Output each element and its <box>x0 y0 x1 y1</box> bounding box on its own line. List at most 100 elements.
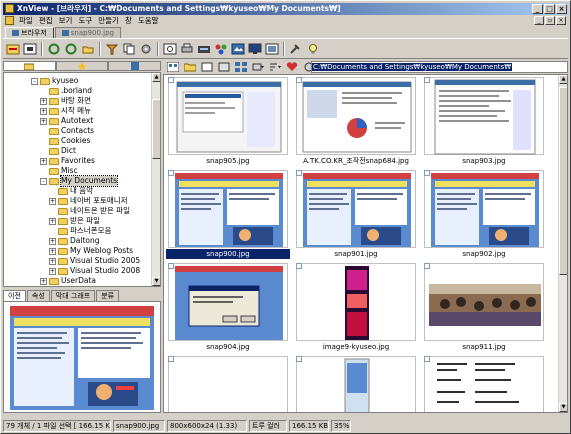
thumbnail-size-icon[interactable] <box>234 60 248 74</box>
up-folder-icon[interactable] <box>81 42 95 56</box>
tree-item[interactable]: + UserData <box>40 276 160 286</box>
fullscreen-icon[interactable] <box>23 42 37 56</box>
filter-dropdown-icon[interactable] <box>251 60 265 74</box>
thumbnail-checkbox[interactable] <box>424 77 430 83</box>
expand-icon[interactable]: + <box>49 197 56 205</box>
thumbnail-item[interactable]: snap901.jpg <box>294 168 418 261</box>
view-mode-icon[interactable] <box>166 60 180 74</box>
expand-icon[interactable]: + <box>40 277 47 285</box>
expand-icon[interactable]: + <box>40 107 47 115</box>
help-bulb-icon[interactable] <box>306 42 320 56</box>
thumbnail-item[interactable] <box>294 354 418 412</box>
thumbnail-item[interactable]: snap902.jpg <box>422 168 546 261</box>
thumbnail-item[interactable]: snap911.jpg <box>422 261 546 354</box>
thumbnail-item[interactable] <box>166 354 290 412</box>
print-icon[interactable] <box>180 42 194 56</box>
info-tab[interactable]: 분류 <box>96 290 120 301</box>
thumbnail-item[interactable]: snap903.jpg <box>422 75 546 168</box>
favorite-heart-icon[interactable] <box>285 60 299 74</box>
expand-icon[interactable]: + <box>49 237 56 245</box>
thumbnail-checkbox[interactable] <box>424 263 430 269</box>
convert-icon[interactable] <box>231 42 245 56</box>
document-tab[interactable]: 브라우저 <box>5 27 54 38</box>
address-input[interactable]: C:₩Documents and Settings₩kyuseo₩My Docu… <box>311 61 568 73</box>
expand-icon[interactable]: + <box>40 97 47 105</box>
tree-item[interactable]: + 시작 메뉴 <box>40 106 160 116</box>
menu-item[interactable]: 보기 <box>56 15 76 26</box>
tree-item[interactable]: 내 음악 <box>49 186 160 196</box>
copy-icon[interactable] <box>122 42 136 56</box>
tree-item[interactable]: + 네이버 포토매니저 <box>49 196 160 206</box>
title-bar[interactable]: XnView - [브라우저] - C:₩Documents and Setti… <box>3 3 568 15</box>
mdi-minimize-button[interactable]: _ <box>534 16 544 25</box>
thumbnail-checkbox[interactable] <box>168 263 174 269</box>
new-folder-icon[interactable] <box>183 60 197 74</box>
info-tab[interactable]: 이전 <box>3 290 26 301</box>
menu-item[interactable]: 편집 <box>36 15 56 26</box>
thumbnail-checkbox[interactable] <box>424 170 430 176</box>
thumbnail-checkbox[interactable] <box>424 356 430 362</box>
thumbnail-checkbox[interactable] <box>168 170 174 176</box>
tree-item[interactable]: + 받은 파일 <box>49 216 160 226</box>
tree-item[interactable]: - My Documents <box>40 175 160 187</box>
info-tab[interactable]: 막대 그래프 <box>50 290 96 301</box>
capture-icon[interactable] <box>265 42 279 56</box>
browser-icon[interactable] <box>6 42 20 56</box>
view-icon[interactable] <box>163 42 177 56</box>
scroll-down-arrow-icon[interactable]: ▼ <box>559 403 567 412</box>
expand-icon[interactable]: + <box>49 217 56 225</box>
close-button[interactable]: × <box>556 4 567 14</box>
tree-item[interactable]: Dict <box>40 146 160 156</box>
info-tab[interactable]: 속성 <box>26 290 50 301</box>
settings-icon[interactable] <box>139 42 153 56</box>
thumbnail-item[interactable] <box>422 354 546 412</box>
tree-item[interactable]: + Visual Studio 2005 <box>49 256 160 266</box>
rotate-right-icon[interactable] <box>64 42 78 56</box>
thumbnail-checkbox[interactable] <box>296 170 302 176</box>
expand-icon[interactable]: + <box>49 257 56 265</box>
tree-item[interactable]: + 바탕 화면 <box>40 96 160 106</box>
thumbnail-item[interactable]: snap904.jpg <box>166 261 290 354</box>
thumbnail-item[interactable]: A.TK.CO.KR_조작전snap684.jpg <box>294 75 418 168</box>
collapse-icon[interactable]: - <box>40 177 47 185</box>
expand-icon[interactable]: + <box>49 247 56 255</box>
tree-item[interactable]: + Daltong <box>49 236 160 246</box>
menu-item[interactable]: 만들기 <box>95 15 122 26</box>
thumbnail-checkbox[interactable] <box>296 263 302 269</box>
mdi-close-button[interactable]: × <box>556 16 566 25</box>
tree-item[interactable]: + My Weblog Posts <box>49 246 160 256</box>
expand-icon[interactable]: + <box>40 157 47 165</box>
tree-item[interactable]: 파스너폰모음 <box>49 226 160 236</box>
refresh-icon[interactable] <box>200 60 214 74</box>
tab-categories[interactable] <box>108 61 162 71</box>
xnview-app-icon[interactable] <box>5 4 14 13</box>
folder-tree[interactable]: ▲ ▼ - kyuseo .borland + 바탕 화면 + 시작 메뉴 + Autotext… <box>3 72 161 287</box>
tree-item[interactable]: + Favorites <box>40 156 160 166</box>
thumbnail-checkbox[interactable] <box>296 77 302 83</box>
menu-item[interactable]: 창 <box>122 15 135 26</box>
minimize-button[interactable]: _ <box>532 4 543 14</box>
grid-scrollbar[interactable]: ▲ ▼ <box>558 75 567 412</box>
tree-item[interactable]: + Visual Studio 2008 <box>49 266 160 276</box>
scroll-thumb[interactable] <box>559 87 567 275</box>
tree-item[interactable]: Misc <box>40 166 160 176</box>
expand-icon[interactable]: + <box>40 117 47 125</box>
expand-icon[interactable]: + <box>49 267 56 275</box>
menu-item[interactable]: 도움말 <box>135 15 162 26</box>
tree-item[interactable]: + Autotext <box>40 116 160 126</box>
tab-favorites[interactable] <box>55 61 109 71</box>
monitor-icon[interactable] <box>248 42 262 56</box>
collapse-icon[interactable]: - <box>31 77 38 85</box>
thumbnail-checkbox[interactable] <box>168 77 174 83</box>
tree-item[interactable]: .borland <box>40 86 160 96</box>
sort-dropdown-icon[interactable] <box>268 60 282 74</box>
sort-icon[interactable] <box>217 60 231 74</box>
document-tab[interactable]: snap900.jpg <box>54 27 121 38</box>
thumbnail-item[interactable]: image9-kyuseo.jpg <box>294 261 418 354</box>
tab-folders[interactable] <box>3 61 56 71</box>
tree-item[interactable]: - kyuseo <box>31 76 160 86</box>
tree-item[interactable]: Cookies <box>40 136 160 146</box>
document-menu-icon[interactable] <box>5 16 14 25</box>
slideshow-icon[interactable] <box>214 42 228 56</box>
menu-item[interactable]: 도구 <box>75 15 95 26</box>
